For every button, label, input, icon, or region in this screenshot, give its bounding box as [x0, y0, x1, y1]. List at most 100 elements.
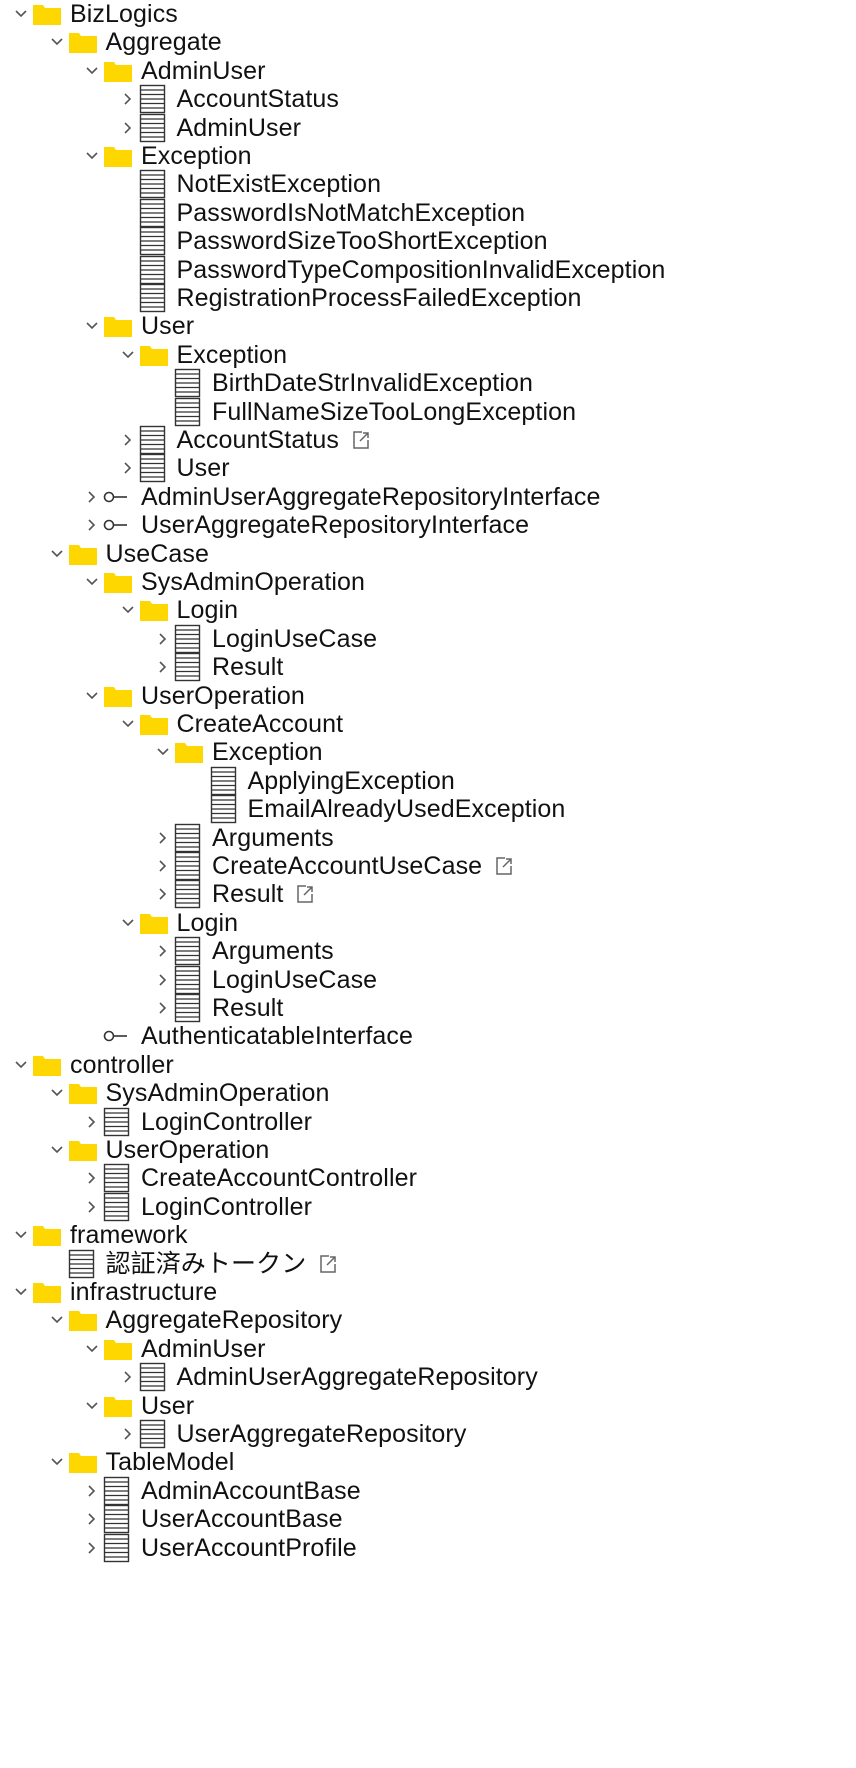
tree-node-folder-sys-admin-operation[interactable]: SysAdminOperation: [81, 566, 365, 598]
tree-node-interface-authenticatable-interface[interactable]: AuthenticatableInterface: [81, 1020, 413, 1052]
tree-node-class-not-exist-exception[interactable]: NotExistException: [117, 168, 382, 200]
tree-node-folder-create-account[interactable]: CreateAccount: [117, 708, 344, 740]
tree-node-class-birth-date-str-invalid-exception[interactable]: BirthDateStrInvalidException: [152, 367, 533, 399]
tree-node-folder-admin-user[interactable]: AdminUser: [81, 55, 266, 87]
tree-node-class-login-use-case[interactable]: LoginUseCase: [152, 623, 377, 655]
external-link-icon[interactable]: [295, 882, 319, 906]
chevron-right-icon[interactable]: [117, 1423, 139, 1445]
chevron-down-icon[interactable]: [46, 1309, 68, 1331]
tree-node-class-user-account-profile[interactable]: UserAccountProfile: [81, 1532, 357, 1564]
chevron-right-icon[interactable]: [117, 117, 139, 139]
tree-node-folder-controller[interactable]: controller: [10, 1049, 174, 1081]
chevron-right-icon[interactable]: [152, 827, 174, 849]
tree-node-class-password-size-too-short-exception[interactable]: PasswordSizeTooShortException: [117, 225, 548, 257]
tree-node-class-admin-user[interactable]: AdminUser: [117, 112, 302, 144]
tree-node-class-password-type-composition-invalid-exception[interactable]: PasswordTypeCompositionInvalidException: [117, 254, 666, 286]
tree-node-class-full-name-size-too-long-exception[interactable]: FullNameSizeTooLongException: [152, 396, 576, 428]
chevron-right-icon[interactable]: [152, 940, 174, 962]
tree-node-class-login-use-case[interactable]: LoginUseCase: [152, 964, 377, 996]
tree-node-folder-admin-user[interactable]: AdminUser: [81, 1333, 266, 1365]
chevron-right-icon[interactable]: [81, 1537, 103, 1559]
tree-node-class-create-account-controller[interactable]: CreateAccountController: [81, 1162, 417, 1194]
tree-node-folder-user-operation[interactable]: UserOperation: [81, 680, 305, 712]
tree-node-folder-aggregate[interactable]: Aggregate: [46, 26, 222, 58]
chevron-down-icon[interactable]: [81, 1338, 103, 1360]
tree-node-folder-login[interactable]: Login: [117, 594, 239, 626]
tree-node-folder-exception[interactable]: Exception: [81, 140, 252, 172]
chevron-down-icon[interactable]: [10, 1224, 32, 1246]
tree-node-class-login-controller[interactable]: LoginController: [81, 1106, 312, 1138]
chevron-right-icon[interactable]: [152, 628, 174, 650]
chevron-down-icon[interactable]: [10, 1281, 32, 1303]
tree-node-folder-sys-admin-operation[interactable]: SysAdminOperation: [46, 1077, 330, 1109]
chevron-right-icon[interactable]: [81, 1111, 103, 1133]
tree-node-folder-exception[interactable]: Exception: [117, 339, 288, 371]
tree-node-folder-user[interactable]: User: [81, 310, 194, 342]
chevron-down-icon[interactable]: [81, 685, 103, 707]
chevron-down-icon[interactable]: [81, 145, 103, 167]
tree-node-interface-user-aggregate-repository-interface[interactable]: UserAggregateRepositoryInterface: [81, 509, 529, 541]
chevron-right-icon[interactable]: [152, 969, 174, 991]
tree-node-class-item[interactable]: 認証済みトークン: [46, 1248, 343, 1280]
tree-node-class-applying-exception[interactable]: ApplyingException: [188, 765, 455, 797]
chevron-right-icon[interactable]: [117, 429, 139, 451]
chevron-right-icon[interactable]: [81, 1508, 103, 1530]
external-link-icon[interactable]: [351, 428, 375, 452]
chevron-down-icon[interactable]: [46, 31, 68, 53]
chevron-right-icon[interactable]: [117, 457, 139, 479]
tree-node-interface-admin-user-aggregate-repository-interface[interactable]: AdminUserAggregateRepositoryInterface: [81, 481, 601, 513]
tree-node-folder-aggregate-repository[interactable]: AggregateRepository: [46, 1304, 343, 1336]
chevron-right-icon[interactable]: [81, 486, 103, 508]
chevron-right-icon[interactable]: [117, 88, 139, 110]
tree-node-class-admin-account-base[interactable]: AdminAccountBase: [81, 1475, 361, 1507]
tree-node-class-user-account-base[interactable]: UserAccountBase: [81, 1503, 343, 1535]
chevron-right-icon[interactable]: [81, 514, 103, 536]
tree-node-class-admin-user-aggregate-repository[interactable]: AdminUserAggregateRepository: [117, 1361, 538, 1393]
tree-node-folder-framework[interactable]: framework: [10, 1219, 188, 1251]
chevron-right-icon[interactable]: [81, 1167, 103, 1189]
chevron-down-icon[interactable]: [46, 1082, 68, 1104]
chevron-down-icon[interactable]: [152, 741, 174, 763]
tree-node-class-account-status[interactable]: AccountStatus: [117, 424, 376, 456]
chevron-down-icon[interactable]: [10, 1054, 32, 1076]
tree-node-class-password-is-not-match-exception[interactable]: PasswordIsNotMatchException: [117, 197, 526, 229]
tree-node-folder-infrastructure[interactable]: infrastructure: [10, 1276, 217, 1308]
chevron-down-icon[interactable]: [117, 599, 139, 621]
tree-node-folder-user-operation[interactable]: UserOperation: [46, 1134, 270, 1166]
chevron-down-icon[interactable]: [117, 912, 139, 934]
chevron-right-icon[interactable]: [152, 855, 174, 877]
chevron-down-icon[interactable]: [81, 571, 103, 593]
chevron-right-icon[interactable]: [152, 997, 174, 1019]
chevron-down-icon[interactable]: [81, 60, 103, 82]
external-link-icon[interactable]: [494, 854, 518, 878]
external-link-icon[interactable]: [318, 1252, 342, 1276]
tree-node-folder-use-case[interactable]: UseCase: [46, 538, 210, 570]
chevron-down-icon[interactable]: [117, 713, 139, 735]
chevron-down-icon[interactable]: [81, 315, 103, 337]
tree-node-folder-login[interactable]: Login: [117, 907, 239, 939]
tree-node-class-arguments[interactable]: Arguments: [152, 822, 334, 854]
chevron-down-icon[interactable]: [46, 543, 68, 565]
chevron-down-icon[interactable]: [46, 1139, 68, 1161]
chevron-down-icon[interactable]: [117, 344, 139, 366]
tree-node-folder-table-model[interactable]: TableModel: [46, 1446, 235, 1478]
tree-node-class-result[interactable]: Result: [152, 992, 283, 1024]
tree-node-class-login-controller[interactable]: LoginController: [81, 1191, 312, 1223]
chevron-right-icon[interactable]: [152, 883, 174, 905]
chevron-down-icon[interactable]: [46, 1451, 68, 1473]
tree-node-class-email-already-used-exception[interactable]: EmailAlreadyUsedException: [188, 793, 566, 825]
chevron-right-icon[interactable]: [117, 1366, 139, 1388]
tree-node-class-arguments[interactable]: Arguments: [152, 935, 334, 967]
tree-node-folder-user[interactable]: User: [81, 1390, 194, 1422]
tree-node-class-user-aggregate-repository[interactable]: UserAggregateRepository: [117, 1418, 467, 1450]
tree-node-class-account-status[interactable]: AccountStatus: [117, 83, 340, 115]
chevron-right-icon[interactable]: [81, 1196, 103, 1218]
tree-node-class-result[interactable]: Result: [152, 878, 319, 910]
tree-node-class-create-account-use-case[interactable]: CreateAccountUseCase: [152, 850, 518, 882]
chevron-right-icon[interactable]: [81, 1480, 103, 1502]
tree-node-class-user[interactable]: User: [117, 452, 230, 484]
chevron-down-icon[interactable]: [81, 1395, 103, 1417]
tree-node-class-registration-process-failed-exception[interactable]: RegistrationProcessFailedException: [117, 282, 582, 314]
tree-node-class-result[interactable]: Result: [152, 651, 283, 683]
chevron-right-icon[interactable]: [152, 656, 174, 678]
